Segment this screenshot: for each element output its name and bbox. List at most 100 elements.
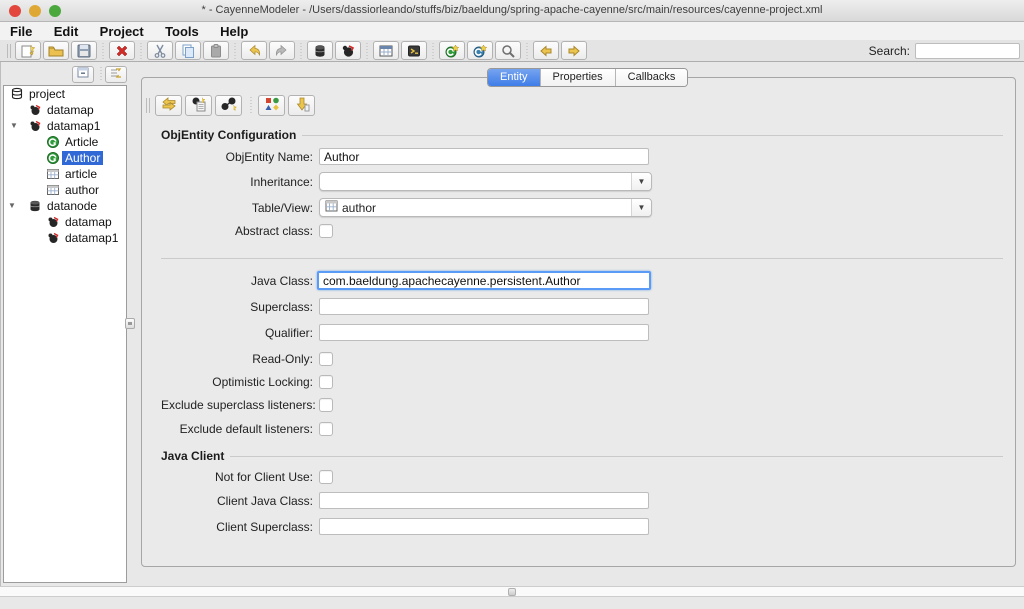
optimistic-locking-checkbox[interactable]	[319, 375, 333, 389]
client-java-class-label: Client Java Class:	[161, 494, 313, 508]
dbentity-table-icon	[325, 200, 338, 215]
read-only-checkbox[interactable]	[319, 352, 333, 366]
menu-project[interactable]: Project	[91, 22, 153, 39]
tree-item-label-selected: Author	[62, 151, 103, 165]
paste-button[interactable]	[203, 41, 229, 60]
menu-help[interactable]: Help	[211, 22, 257, 39]
horizontal-splitter[interactable]	[0, 586, 1024, 597]
tab-properties[interactable]: Properties	[540, 69, 616, 86]
create-relationship-button[interactable]	[215, 95, 242, 116]
redo-icon	[274, 43, 290, 59]
copy-button[interactable]	[175, 41, 201, 60]
menu-file[interactable]: File	[0, 22, 41, 39]
superclass-label: Superclass:	[161, 300, 313, 314]
expand-arrow-icon[interactable]: ▼	[10, 121, 18, 130]
tree-item-article-objentity[interactable]: Article	[4, 134, 126, 150]
tab-callbacks[interactable]: Callbacks	[616, 69, 688, 86]
datamap-icon	[46, 215, 60, 229]
not-for-client-use-checkbox[interactable]	[319, 470, 333, 484]
client-superclass-input[interactable]	[319, 518, 649, 535]
chevron-down-icon[interactable]: ▼	[631, 199, 651, 216]
exclude-superclass-listeners-label: Exclude superclass listeners:	[161, 398, 313, 412]
exclude-superclass-listeners-checkbox[interactable]	[319, 398, 333, 412]
undo-button[interactable]	[241, 41, 267, 60]
tree-item-label: datamap1	[44, 119, 103, 133]
window-edge	[0, 62, 1, 586]
row-qualifier: Qualifier:	[161, 324, 1001, 341]
tree-item-datanode-datamap1[interactable]: datamap1	[4, 230, 126, 246]
new-datamap-button[interactable]	[335, 41, 361, 60]
new-project-icon	[20, 43, 36, 59]
tree-item-datanode[interactable]: ▼ datanode	[4, 198, 126, 214]
row-not-for-client-use: Not for Client Use:	[161, 470, 1001, 484]
collapse-all-icon	[76, 66, 90, 83]
inheritance-label: Inheritance:	[161, 175, 313, 189]
tree-item-datanode-datamap[interactable]: datamap	[4, 214, 126, 230]
sync-arrows-icon	[160, 96, 178, 115]
back-arrow-icon	[538, 43, 554, 59]
tree-item-label: datamap	[62, 215, 115, 229]
menu-edit[interactable]: Edit	[45, 22, 88, 39]
objentity-icon	[46, 135, 60, 149]
new-embeddable-button[interactable]	[467, 41, 493, 60]
collapse-all-button[interactable]	[72, 66, 94, 83]
filter-button[interactable]	[105, 66, 127, 83]
qualifier-input[interactable]	[319, 324, 649, 341]
superclass-input[interactable]	[319, 298, 649, 315]
datamap-icon	[28, 103, 42, 117]
new-query-button[interactable]	[495, 41, 521, 60]
java-class-input[interactable]	[317, 271, 651, 290]
remove-button[interactable]	[109, 41, 135, 60]
new-project-button[interactable]	[15, 41, 41, 60]
client-java-class-input[interactable]	[319, 492, 649, 509]
tree-item-author-objentity[interactable]: Author	[4, 150, 126, 166]
table-view-dropdown[interactable]: author ▼	[319, 198, 652, 217]
status-bar	[0, 598, 1024, 609]
tab-entity[interactable]: Entity	[488, 69, 540, 86]
open-project-button[interactable]	[43, 41, 69, 60]
new-dbentity-button[interactable]	[373, 41, 399, 60]
search-input[interactable]	[915, 43, 1020, 59]
new-procedure-button[interactable]	[401, 41, 427, 60]
toolbar-separator	[524, 43, 530, 59]
row-table-view: Table/View: author ▼	[161, 198, 1001, 217]
tree-item-article-dbentity[interactable]: article	[4, 166, 126, 182]
exclude-default-listeners-checkbox[interactable]	[319, 422, 333, 436]
tree-item-label: author	[62, 183, 102, 197]
create-attribute-button[interactable]	[185, 95, 212, 116]
tree-item-author-dbentity[interactable]: author	[4, 182, 126, 198]
tree-item-project[interactable]: project	[4, 86, 126, 102]
splitter-handle[interactable]	[125, 318, 135, 329]
cut-button[interactable]	[147, 41, 173, 60]
tree-item-label: datamap1	[62, 231, 121, 245]
inheritance-dropdown[interactable]: ▼	[319, 172, 652, 191]
toolbar-separator	[100, 43, 106, 59]
sync-with-dbentity-button[interactable]	[155, 95, 182, 116]
section-rule	[302, 135, 1003, 136]
forward-arrow-icon	[566, 43, 582, 59]
remove-icon	[114, 43, 130, 59]
project-icon	[10, 87, 24, 101]
dbentity-table-icon	[46, 167, 60, 181]
save-button[interactable]	[71, 41, 97, 60]
tree-item-datamap1[interactable]: ▼ datamap1	[4, 118, 126, 134]
objentity-name-input[interactable]	[319, 148, 649, 165]
not-for-client-use-label: Not for Client Use:	[161, 470, 313, 484]
expand-arrow-icon[interactable]: ▼	[8, 201, 16, 210]
datamap-icon	[340, 43, 356, 59]
new-objentity-button[interactable]	[439, 41, 465, 60]
abstract-class-checkbox[interactable]	[319, 224, 333, 238]
menu-bar: File Edit Project Tools Help	[0, 22, 1024, 40]
vertical-splitter[interactable]	[127, 62, 133, 585]
splitter-knob[interactable]	[508, 588, 516, 596]
menu-tools[interactable]: Tools	[156, 22, 208, 39]
new-datanode-button[interactable]	[307, 41, 333, 60]
toolbar-separator	[430, 43, 436, 59]
chevron-down-icon[interactable]: ▼	[631, 173, 651, 190]
tree-item-datamap[interactable]: datamap	[4, 102, 126, 118]
class-diagram-button[interactable]	[258, 95, 285, 116]
import-entity-button[interactable]	[288, 95, 315, 116]
navigate-back-button[interactable]	[533, 41, 559, 60]
redo-button[interactable]	[269, 41, 295, 60]
navigate-forward-button[interactable]	[561, 41, 587, 60]
